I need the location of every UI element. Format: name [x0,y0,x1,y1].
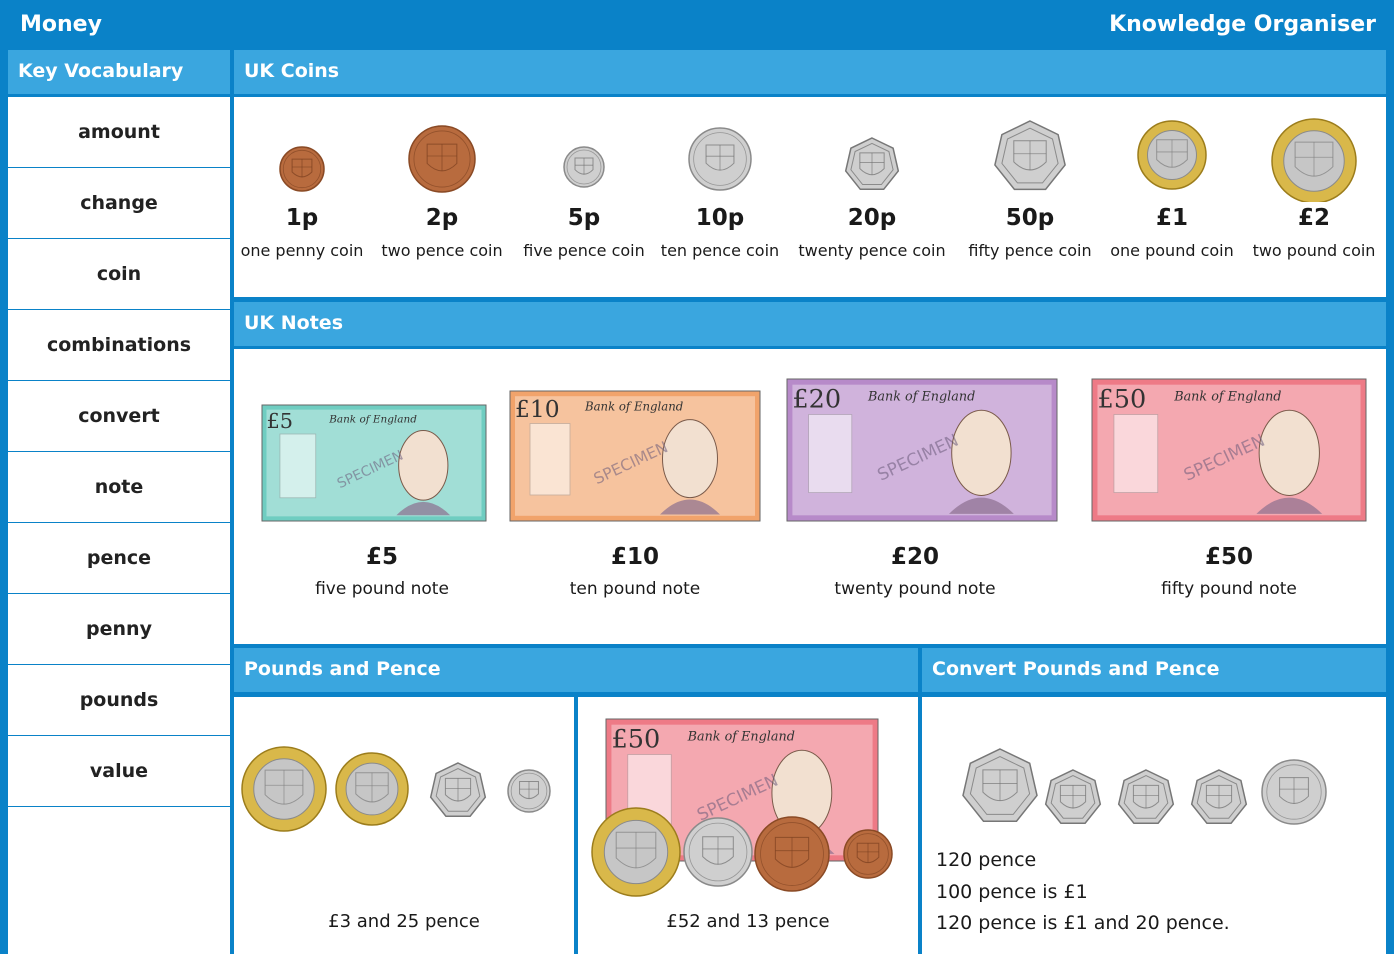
note-name: fifty pound note [1161,579,1297,599]
coin-value: 2p [425,205,459,231]
example-two-caption: £52 and 13 pence [666,911,830,932]
pounds-pence-heading: Pounds and Pence [244,658,441,680]
twenty-pence-coin [1044,769,1102,824]
convert-line-2: 100 pence is £1 [936,881,1088,903]
vocab-item: coin [8,239,230,310]
coin-image [1271,118,1357,202]
note-name: five pound note [315,579,449,599]
convert-coins [962,748,1327,825]
twenty-pence-coin [1190,769,1248,824]
coin-image [563,146,605,188]
coin-value: £1 [1155,205,1188,231]
notes-panel: £5 Bank of England SPECIMEN £10 Bank of Engl… [234,349,1386,644]
coin-card: 5p five pence coin [514,97,654,297]
two-pound-coin [241,746,327,832]
vocab-list: amount change coin combinations convert … [8,97,230,954]
coin-image [408,125,476,193]
coin-card: £1 one pound coin [1102,97,1242,297]
example-two-money: £50 Bank of EnglandSPECIMEN [591,718,893,897]
vocab-item: convert [8,381,230,452]
fifty-pound-note-bank-label: Bank of England [687,729,795,744]
note-name: twenty pound note [834,579,996,599]
coin-name: ten pence coin [660,241,780,260]
coin-name: fifty pence coin [968,241,1092,260]
coins-panel: 1p one penny coin 2p two pence coin 5p five p… [234,97,1386,297]
example-one-caption: £3 and 25 pence [328,911,480,932]
example-one-panel: £3 and 25 pence [234,697,574,954]
coin-name: two pence coin [381,241,503,260]
coin-image [844,137,900,191]
coins-heading: UK Coins [244,60,340,82]
notes-heading: UK Notes [244,312,343,334]
vocab-item: value [8,736,230,807]
vocab-heading-bar: Key Vocabulary [8,50,230,94]
coin-value: 5p [567,205,601,231]
vocab-item: note [8,452,230,523]
note-value: £20 [890,544,939,570]
coin-value: 10p [695,205,745,231]
coin-value: £2 [1297,205,1330,231]
coin-card: 50p fifty pence coin [960,97,1100,297]
knowledge-organiser-page: Money Knowledge Organiser Key Vocabulary… [0,0,1394,954]
coin-name: two pound coin [1252,241,1376,260]
example-two-panel: £50 Bank of England SPECIMEN £52 and 13 pe… [578,697,918,954]
vocab-item: pounds [8,665,230,736]
fifty-pence-coin [962,748,1038,822]
coin-card: 2p two pence coin [372,97,512,297]
coins-heading-bar: UK Coins [234,50,1386,94]
coin-image [688,127,752,191]
pounds-pence-heading-bar: Pounds and Pence [234,648,918,692]
fifty-pound-note-corner-label: £50 [611,724,660,754]
coin-card: 20p twenty pence coin [798,97,946,297]
coin-value: 20p [847,205,897,231]
note-value: £50 [1204,544,1253,570]
note-card: £20 twenty pound note [775,349,1055,644]
convert-panel: 120 pence 100 pence is £1 120 pence is £… [922,697,1386,954]
twenty-pence-coin [1117,769,1175,824]
note-value: £5 [365,544,398,570]
note-card: £5 five pound note [242,349,522,644]
one-pound-coin [335,752,409,826]
ten-pence-coin [1261,759,1327,825]
vocab-item: amount [8,97,230,168]
vocab-item: pence [8,523,230,594]
convert-heading: Convert Pounds and Pence [932,658,1220,680]
coin-card: 1p one penny coin [232,97,372,297]
coin-name: twenty pence coin [798,241,946,260]
convert-heading-bar: Convert Pounds and Pence [922,648,1386,692]
twenty-pence-coin [429,762,487,817]
page-subtitle: Knowledge Organiser [1109,12,1376,37]
example-one-coins [241,746,551,832]
coin-value: 50p [1005,205,1055,231]
vocab-item: penny [8,594,230,665]
note-card: £10 ten pound note [495,349,775,644]
coin-image [279,146,325,192]
coin-name: one pound coin [1110,241,1234,260]
note-card: £50 fifty pound note [1089,349,1369,644]
coin-image [1137,120,1207,190]
coin-name: one penny coin [240,241,364,260]
page-title: Money [20,12,102,37]
vocab-item: change [8,168,230,239]
notes-heading-bar: UK Notes [234,302,1386,346]
note-value: £10 [610,544,659,570]
five-pence-coin [507,769,551,813]
coin-value: 1p [285,205,319,231]
coin-card: £2 two pound coin [1244,97,1384,297]
top-bar: Money Knowledge Organiser [0,0,1394,50]
two-pence-coin [754,816,830,892]
ten-pence-coin [683,817,753,887]
coin-card: 10p ten pence coin [650,97,790,297]
one-penny-coin [843,829,893,879]
vocab-heading: Key Vocabulary [18,60,184,82]
note-name: ten pound note [569,579,701,599]
coin-image [994,120,1066,191]
convert-line-1: 120 pence [936,849,1037,871]
two-pound-coin [591,807,681,897]
convert-line-3: 120 pence is £1 and 20 pence. [936,912,1230,934]
vocab-item: combinations [8,310,230,381]
